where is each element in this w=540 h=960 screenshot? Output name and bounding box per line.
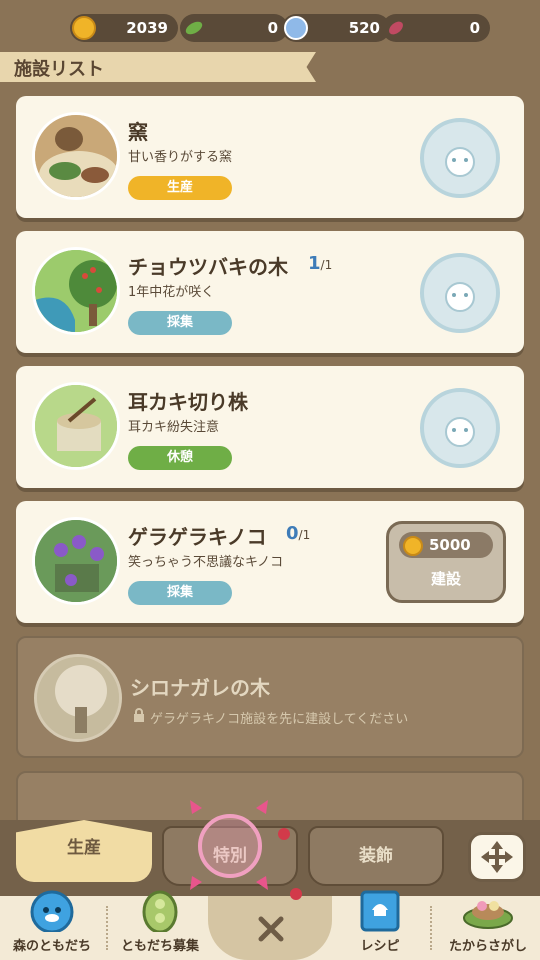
- facility-badge: 生産: [128, 176, 232, 200]
- nav-friend-recruit[interactable]: ともだち募集: [112, 890, 208, 960]
- facility-count: 1/1: [308, 253, 333, 274]
- white-tree-thumbnail: [34, 654, 122, 742]
- treasure-island-icon: [463, 901, 513, 929]
- tab-decoration[interactable]: 装飾: [308, 826, 444, 886]
- facility-name: ゲラゲラキノコ: [128, 525, 267, 549]
- tutorial-highlight: [190, 800, 290, 890]
- seal-friend-icon: [30, 890, 74, 932]
- close-menu-tab[interactable]: [208, 896, 332, 960]
- nav-forest-friends[interactable]: 森のともだち: [0, 890, 104, 960]
- currency-gold[interactable]: 2039: [70, 14, 178, 42]
- gold-coin-icon: [403, 536, 423, 556]
- facility-desc: 1年中花が咲く: [128, 285, 215, 300]
- currency-gem-value: 520: [348, 19, 380, 37]
- close-icon: [258, 916, 284, 942]
- page-title: 施設リスト: [14, 59, 104, 80]
- facility-badge: 休憩: [128, 446, 232, 470]
- currency-gem[interactable]: 520: [282, 14, 390, 42]
- seal-stamp-icon: [420, 118, 500, 198]
- nav-label: レシピ: [360, 939, 400, 954]
- notification-dot: [290, 888, 302, 900]
- nav-recipe[interactable]: レシピ: [332, 890, 428, 960]
- facility-count: 0/1: [286, 523, 311, 544]
- facility-list-header: 施設リスト: [0, 52, 316, 82]
- nav-label: ともだち募集: [120, 939, 199, 954]
- facility-card-kiln[interactable]: 窯 甘い香りがする窯 生産: [16, 96, 524, 218]
- kiln-thumbnail: [32, 112, 120, 200]
- nav-divider: [106, 906, 108, 950]
- facility-card-camellia-tree[interactable]: チョウツバキの木 1/1 1年中花が咲く 採集: [16, 231, 524, 353]
- facility-name: チョウツバキの木: [128, 255, 288, 279]
- nav-label: 森のともだち: [12, 939, 91, 954]
- facility-name: 窯: [128, 120, 148, 144]
- facility-card-mushroom[interactable]: ゲラゲラキノコ 0/1 笑っちゃう不思議なキノコ 採集 5000 建設: [16, 501, 524, 623]
- currency-leaf[interactable]: 0: [180, 14, 288, 42]
- lock-icon: [134, 708, 144, 722]
- currency-ticket-value: 0: [469, 19, 480, 37]
- facility-badge: 採集: [128, 311, 232, 335]
- camellia-tree-thumbnail: [32, 247, 120, 335]
- currency-leaf-value: 0: [267, 19, 278, 37]
- gold-coin-icon: [72, 16, 96, 40]
- currency-ticket[interactable]: 0: [382, 14, 490, 42]
- nav-treasure-hunt[interactable]: たからさがし: [436, 896, 540, 960]
- facility-desc: ゲラゲラキノコ施設を先に建設してください: [150, 712, 409, 727]
- facility-desc: 笑っちゃう不思議なキノコ: [128, 555, 284, 570]
- nav-divider: [430, 906, 432, 950]
- facility-name: 耳カキ切り株: [128, 390, 248, 414]
- seal-stamp-icon: [420, 253, 500, 333]
- currency-gold-value: 2039: [126, 19, 168, 37]
- facility-card-stump[interactable]: 耳カキ切り株 耳カキ紛失注意 休憩: [16, 366, 524, 488]
- move-arrows-icon: [481, 841, 513, 873]
- tab-production[interactable]: 生産: [16, 820, 152, 882]
- facility-badge: 採集: [128, 581, 232, 605]
- blue-gem-icon: [284, 16, 308, 40]
- currency-bar: 2039 0 520 0: [0, 0, 540, 52]
- nav-label: たからさがし: [448, 939, 527, 954]
- mushroom-thumbnail: [32, 517, 120, 605]
- bottom-nav-right: レシピ たからさがし: [332, 890, 540, 960]
- facility-name: シロナガレの木: [130, 676, 270, 700]
- green-leaf-icon: [182, 16, 206, 40]
- bean-pod-icon: [142, 890, 178, 932]
- red-ticket-icon: [384, 16, 408, 40]
- build-label: 建設: [430, 570, 461, 588]
- facility-desc: 甘い香りがする窯: [128, 150, 233, 165]
- facility-desc: 耳カキ紛失注意: [128, 420, 220, 435]
- seal-stamp-icon: [420, 388, 500, 468]
- facility-card-locked[interactable]: シロナガレの木 ゲラゲラキノコ施設を先に建設してください: [16, 636, 524, 758]
- build-button[interactable]: 5000 建設: [386, 521, 506, 603]
- move-button[interactable]: [468, 832, 526, 882]
- recipe-book-icon: [360, 890, 400, 932]
- stump-thumbnail: [32, 382, 120, 470]
